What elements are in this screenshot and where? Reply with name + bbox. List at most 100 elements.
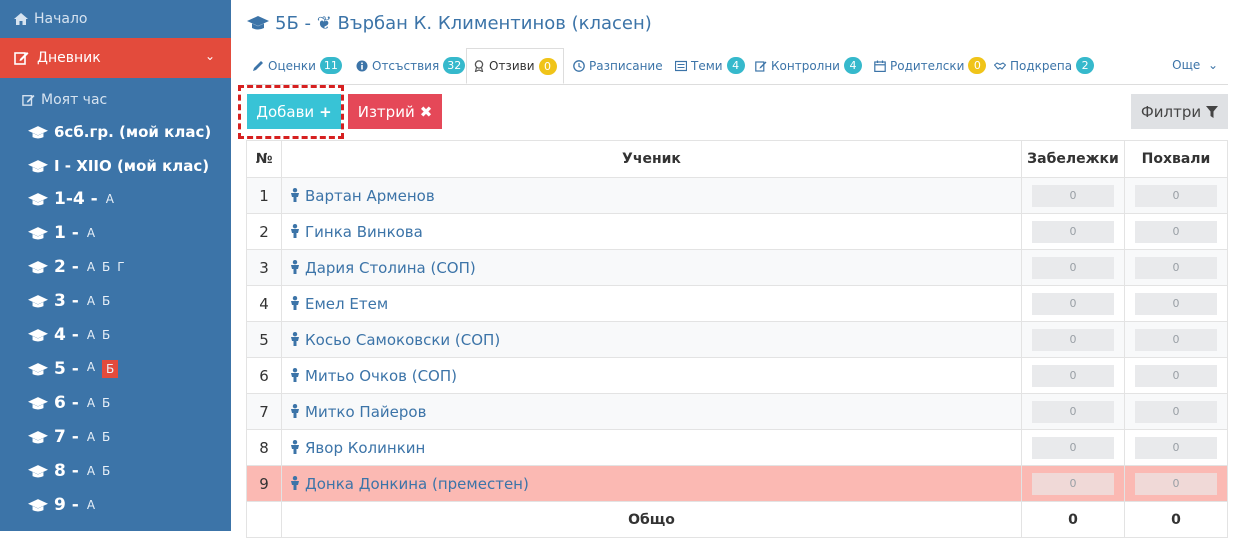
add-label: Добави bbox=[256, 102, 315, 121]
praise-value[interactable]: 0 bbox=[1135, 328, 1217, 351]
student-icon bbox=[290, 259, 305, 277]
student-link[interactable]: Явор Колинкин bbox=[281, 429, 1022, 466]
tab-6[interactable]: Контролни 4 bbox=[755, 48, 862, 83]
sidebar-grade-item: 3 - АБ bbox=[28, 291, 110, 311]
praise-value[interactable]: 0 bbox=[1135, 364, 1217, 387]
grade-letters: АБ bbox=[87, 328, 110, 342]
total-row: Общо 0 0 bbox=[246, 501, 1228, 538]
student-link[interactable]: Донка Донкина (преместен) bbox=[281, 465, 1022, 502]
more-dropdown[interactable]: Още ⌄ bbox=[1172, 58, 1218, 72]
grade-letter-link[interactable]: Б bbox=[102, 360, 119, 378]
grade-letter-link[interactable]: А bbox=[87, 226, 95, 240]
grade-letter-link[interactable]: А bbox=[87, 396, 95, 410]
filter-button[interactable]: Филтри bbox=[1131, 94, 1228, 129]
sidebar-item-my-hour[interactable]: Моят час bbox=[22, 92, 107, 108]
praise-value[interactable]: 0 bbox=[1135, 292, 1217, 315]
sidebar-item-diary[interactable]: Дневник ⌄ bbox=[0, 38, 231, 78]
notes-value[interactable]: 0 bbox=[1032, 220, 1114, 243]
tab-badge: 0 bbox=[538, 57, 557, 75]
grade-letter-link[interactable]: А bbox=[87, 430, 95, 444]
sidebar-diary-label: Дневник bbox=[37, 50, 101, 66]
tab-2[interactable]: Отсъствия 32 bbox=[356, 48, 466, 83]
tab-4[interactable]: Разписание bbox=[573, 48, 663, 83]
grade-letter-link[interactable]: А bbox=[87, 498, 95, 512]
table-row: 9 Донка Донкина (преместен) 0 0 bbox=[246, 465, 1228, 502]
grade-letter-link[interactable]: Б bbox=[102, 328, 110, 342]
info-icon bbox=[356, 60, 368, 71]
notes-value[interactable]: 0 bbox=[1032, 328, 1114, 351]
grade-label: 1-4 - bbox=[54, 189, 98, 209]
grade-letter-link[interactable]: А bbox=[87, 360, 95, 378]
sidebar-group-item[interactable]: I - XIIO (мой клас) bbox=[28, 157, 209, 175]
grade-letter-link[interactable]: А bbox=[87, 260, 95, 274]
grade-letter-link[interactable]: Б bbox=[102, 260, 110, 274]
close-icon: ✖ bbox=[419, 102, 433, 121]
grade-label: 6 - bbox=[54, 393, 79, 413]
sidebar-item-home[interactable]: Начало bbox=[0, 0, 231, 38]
praise-value[interactable]: 0 bbox=[1135, 400, 1217, 423]
tab-bar: Оценки 11 Отсъствия 32 Отзиви 0 Разписание Теми… bbox=[246, 48, 1228, 85]
praise-value[interactable]: 0 bbox=[1135, 184, 1217, 207]
tab-label: Теми bbox=[691, 58, 723, 73]
grade-letter-link[interactable]: А bbox=[87, 464, 95, 478]
sidebar-grade-item: 8 - АБ bbox=[28, 461, 110, 481]
notes-value[interactable]: 0 bbox=[1032, 364, 1114, 387]
tab-5[interactable]: Теми 4 bbox=[675, 48, 745, 83]
sidebar-group-item[interactable]: 6сб.гр. (мой клас) bbox=[28, 123, 211, 141]
notes-value[interactable]: 0 bbox=[1032, 256, 1114, 279]
table-row: 5 Косьо Самоковски (СОП) 0 0 bbox=[246, 321, 1228, 358]
tab-3[interactable]: Отзиви 0 bbox=[466, 48, 564, 84]
grade-letter-link[interactable]: Б bbox=[102, 294, 110, 308]
page-title: 5Б - ❦ Върбан К. Климентинов (класен) bbox=[247, 13, 652, 34]
row-num: 4 bbox=[246, 285, 282, 322]
filter-label: Филтри bbox=[1140, 102, 1202, 121]
table-row: 8 Явор Колинкин 0 0 bbox=[246, 429, 1228, 466]
chevron-down-icon: ⌄ bbox=[1204, 58, 1218, 72]
header-praise: Похвали bbox=[1124, 140, 1228, 178]
tab-badge: 11 bbox=[319, 57, 342, 74]
grade-letter-link[interactable]: А bbox=[87, 328, 95, 342]
praise-cell: 0 bbox=[1124, 213, 1228, 250]
notes-cell: 0 bbox=[1021, 321, 1125, 358]
notes-cell: 0 bbox=[1021, 357, 1125, 394]
praise-value[interactable]: 0 bbox=[1135, 220, 1217, 243]
grade-letter-link[interactable]: Б bbox=[102, 396, 110, 410]
notes-value[interactable]: 0 bbox=[1032, 292, 1114, 315]
grade-letter-link[interactable]: А bbox=[87, 294, 95, 308]
row-num: 9 bbox=[246, 465, 282, 502]
tab-8[interactable]: Подкрепа 2 bbox=[994, 48, 1095, 83]
grade-letter-link[interactable]: А bbox=[106, 192, 114, 206]
tab-1[interactable]: Оценки 11 bbox=[252, 48, 342, 83]
tab-label: Подкрепа bbox=[1010, 58, 1073, 73]
grade-letter-link[interactable]: Б bbox=[102, 430, 110, 444]
praise-cell: 0 bbox=[1124, 465, 1228, 502]
praise-value[interactable]: 0 bbox=[1135, 436, 1217, 459]
notes-value[interactable]: 0 bbox=[1032, 184, 1114, 207]
grade-letter-link[interactable]: Г bbox=[117, 260, 124, 274]
grade-label: 2 - bbox=[54, 257, 79, 277]
student-link[interactable]: Дария Столина (СОП) bbox=[281, 249, 1022, 286]
student-icon bbox=[290, 367, 305, 385]
praise-value[interactable]: 0 bbox=[1135, 472, 1217, 495]
notes-value[interactable]: 0 bbox=[1032, 472, 1114, 495]
student-link[interactable]: Вартан Арменов bbox=[281, 177, 1022, 214]
header-student: Ученик bbox=[281, 140, 1022, 178]
delete-button[interactable]: Изтрий ✖ bbox=[348, 94, 442, 129]
student-link[interactable]: Митьо Очков (СОП) bbox=[281, 357, 1022, 394]
praise-cell: 0 bbox=[1124, 357, 1228, 394]
graduation-cap-icon bbox=[28, 430, 48, 444]
add-button[interactable]: Добави + bbox=[247, 94, 341, 129]
tab-7[interactable]: Родителски 0 bbox=[874, 48, 987, 83]
sidebar-group-label: 6сб.гр. (мой клас) bbox=[54, 123, 212, 141]
student-link[interactable]: Косьо Самоковски (СОП) bbox=[281, 321, 1022, 358]
notes-value[interactable]: 0 bbox=[1032, 436, 1114, 459]
praise-value[interactable]: 0 bbox=[1135, 256, 1217, 279]
student-link[interactable]: Митко Пайеров bbox=[281, 393, 1022, 430]
student-link[interactable]: Гинка Винкова bbox=[281, 213, 1022, 250]
notes-value[interactable]: 0 bbox=[1032, 400, 1114, 423]
total-num-cell bbox=[246, 501, 282, 538]
student-link[interactable]: Емел Етем bbox=[281, 285, 1022, 322]
notes-cell: 0 bbox=[1021, 213, 1125, 250]
row-num: 6 bbox=[246, 357, 282, 394]
grade-letter-link[interactable]: Б bbox=[102, 464, 110, 478]
